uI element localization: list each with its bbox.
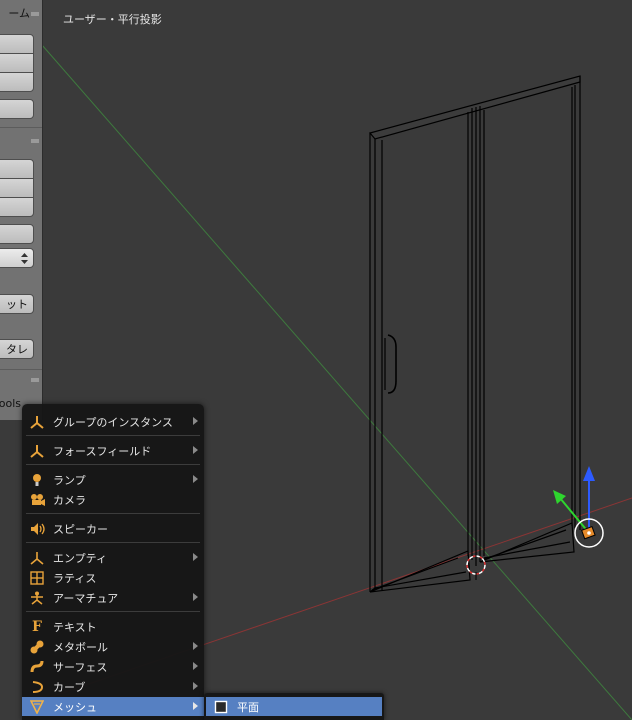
tool-button-5[interactable] (0, 159, 34, 179)
menu-separator (26, 542, 200, 543)
panel-title: ools (0, 396, 21, 410)
menu-item-empty[interactable]: エンプティ (22, 548, 204, 567)
menu-item-label: サーフェス (53, 660, 108, 674)
submenu-arrow-icon (193, 702, 198, 710)
menu-item-label: テキスト (53, 620, 97, 634)
menu-item-label: アーマチュア (53, 591, 119, 605)
menu-separator (26, 464, 200, 465)
menu-item-label: ランプ (53, 473, 86, 487)
menu-separator (26, 513, 200, 514)
tool-button-8[interactable] (0, 224, 34, 244)
submenu-arrow-icon (193, 593, 198, 601)
submenu-arrow-icon (193, 446, 198, 454)
empty-icon (29, 550, 45, 566)
menu-item-label: グループのインスタンス (53, 415, 173, 429)
tool-button-6[interactable] (0, 178, 34, 198)
door-wireframe (368, 75, 581, 593)
tool-shelf: ーム ット タレ ools (0, 0, 43, 420)
tool-button-4[interactable] (0, 99, 34, 119)
menu-item-lattice[interactable]: ラティス (22, 568, 204, 587)
menu-item-speaker[interactable]: スピーカー (22, 519, 204, 538)
add-object-menu: グループのインスタンス フォースフィールド ランプ カメラ スピーカー エンプテ… (22, 404, 204, 720)
menu-separator (26, 611, 200, 612)
submenu-arrow-icon (193, 662, 198, 670)
tool-button-3[interactable] (0, 72, 34, 92)
delete-button[interactable]: タレ (0, 339, 34, 359)
menu-separator (26, 435, 200, 436)
panel-grip-icon[interactable] (31, 12, 39, 16)
menu-item-label: スピーカー (53, 522, 108, 536)
menu-item-lamp[interactable]: ランプ (22, 470, 204, 489)
group-instance-icon (29, 414, 45, 430)
tool-button-1[interactable] (0, 34, 34, 54)
panel-divider (0, 127, 42, 128)
submenu-arrow-icon (193, 642, 198, 650)
menu-item-label: エンプティ (53, 551, 108, 565)
menu-item-force-field[interactable]: フォースフィールド (22, 441, 204, 460)
tool-button-7[interactable] (0, 197, 34, 217)
speaker-icon (29, 521, 45, 537)
tool-dropdown[interactable] (0, 248, 34, 268)
panel-grip-icon[interactable] (31, 139, 39, 143)
armature-icon (29, 590, 45, 606)
menu-item-label: メッシュ (53, 700, 97, 714)
camera-icon (29, 492, 45, 508)
plane-icon (213, 699, 229, 715)
panel-divider (0, 369, 42, 370)
surface-icon (29, 659, 45, 675)
mesh-icon (29, 699, 45, 715)
menu-item-label: ラティス (53, 571, 97, 585)
viewport-title: ユーザー・平行投影 (63, 13, 162, 26)
submenu-arrow-icon (193, 417, 198, 425)
up-down-arrows-icon (21, 252, 28, 264)
delete-button-label: タレ (6, 343, 28, 356)
menu-item-surface[interactable]: サーフェス (22, 657, 204, 676)
submenu-arrow-icon (193, 475, 198, 483)
menu-item-label: 平面 (237, 700, 259, 714)
text-icon: F (32, 618, 42, 635)
curve-icon (29, 679, 45, 695)
submenu-arrow-icon (193, 682, 198, 690)
mesh-submenu: 平面 (204, 693, 384, 720)
menu-item-armature[interactable]: アーマチュア (22, 588, 204, 607)
set-button[interactable]: ット (0, 294, 34, 314)
menu-item-label: カーブ (53, 680, 86, 694)
submenu-arrow-icon (193, 553, 198, 561)
lattice-icon (29, 570, 45, 586)
menu-item-label: カメラ (53, 493, 86, 507)
menu-item-text[interactable]: F テキスト (22, 617, 204, 636)
menu-item-camera[interactable]: カメラ (22, 490, 204, 509)
menu-item-metaball[interactable]: メタボール (22, 637, 204, 656)
metaball-icon (29, 639, 45, 655)
menu-item-group-instance[interactable]: グループのインスタンス (22, 412, 204, 431)
panel-title: ーム (8, 7, 30, 20)
set-button-label: ット (6, 298, 28, 311)
menu-item-label: メタボール (53, 640, 108, 654)
submenu-item-plane[interactable]: 平面 (206, 697, 382, 716)
menu-item-curve[interactable]: カーブ (22, 677, 204, 696)
menu-item-mesh[interactable]: メッシュ (22, 697, 204, 716)
panel-grip-icon[interactable] (31, 378, 39, 382)
lamp-icon (29, 472, 45, 488)
menu-item-label: フォースフィールド (53, 444, 152, 458)
transform-gizmo (553, 466, 604, 548)
force-field-icon (29, 443, 45, 459)
tool-button-2[interactable] (0, 53, 34, 73)
